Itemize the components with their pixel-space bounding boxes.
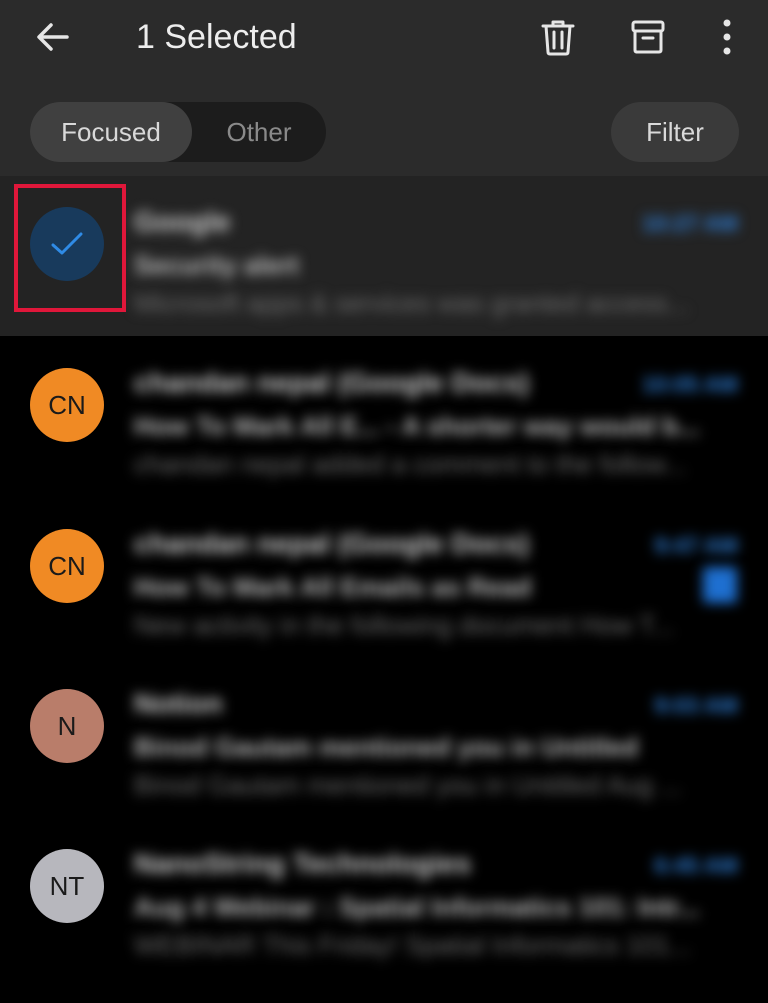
more-vertical-icon — [723, 19, 731, 55]
inbox-segmented-control: Focused Other — [30, 102, 326, 162]
flag-icon — [703, 567, 737, 603]
email-sender: Notion — [134, 688, 223, 719]
tab-focused[interactable]: Focused — [30, 102, 192, 162]
archive-button[interactable] — [625, 14, 671, 60]
email-row-selected[interactable]: Google 10:27 AM Security alert Microsoft… — [0, 176, 768, 336]
email-time: 9:47 AM — [654, 533, 738, 558]
email-subject: How To Mark All Emails as Read — [134, 572, 532, 602]
email-sender: NanoString Technologies — [134, 848, 472, 879]
email-time: 6:45 AM — [654, 853, 738, 878]
filter-button[interactable]: Filter — [611, 102, 739, 162]
email-preview: New activity in the following document H… — [134, 610, 674, 640]
selection-count-title: 1 Selected — [136, 18, 297, 56]
archive-icon — [631, 20, 665, 54]
email-row[interactable]: CN chandan nepal (Google Docs) 10:05 AM … — [0, 337, 768, 497]
sender-avatar: CN — [30, 529, 104, 603]
email-preview: chandan nepal added a comment to the fol… — [134, 449, 687, 479]
sender-avatar: N — [30, 689, 104, 763]
email-preview: Microsoft apps & services was granted ac… — [134, 288, 689, 318]
email-subject: Security alert — [134, 250, 299, 280]
trash-icon — [541, 20, 575, 56]
delete-button[interactable] — [535, 14, 581, 60]
more-options-button[interactable] — [704, 14, 750, 60]
email-time: 9:03 AM — [654, 693, 738, 718]
back-button[interactable] — [30, 14, 76, 60]
top-app-bar: 1 Selected Focused Other Filter — [0, 0, 768, 176]
tab-other[interactable]: Other — [192, 102, 326, 162]
email-row[interactable]: N Notion 9:03 AM Binod Gautam mentioned … — [0, 658, 768, 818]
email-preview: WEBINAR This Friday! Spatial Informatics… — [134, 930, 692, 960]
email-subject: Aug 4 Webinar : Spatial Informatics 101:… — [134, 892, 700, 922]
selection-checkmark-avatar[interactable] — [30, 207, 104, 281]
email-sender: Google — [134, 206, 231, 237]
sender-avatar: CN — [30, 368, 104, 442]
email-time: 10:27 AM — [642, 211, 738, 236]
email-subject: How To Mark All E... - A shorter way wou… — [134, 411, 700, 441]
back-arrow-icon — [37, 23, 69, 51]
email-subject: Binod Gautam mentioned you in Untitled — [134, 732, 639, 762]
email-sender: chandan nepal (Google Docs) — [134, 528, 530, 559]
sender-avatar: NT — [30, 849, 104, 923]
email-row[interactable]: NT NanoString Technologies 6:45 AM Aug 4… — [0, 818, 768, 978]
email-time: 10:05 AM — [642, 372, 738, 397]
checkmark-icon — [51, 232, 83, 255]
email-preview: Binod Gautam mentioned you in Untitled A… — [134, 770, 682, 800]
email-row[interactable]: CN chandan nepal (Google Docs) 9:47 AM H… — [0, 498, 768, 658]
email-sender: chandan nepal (Google Docs) — [134, 367, 530, 398]
